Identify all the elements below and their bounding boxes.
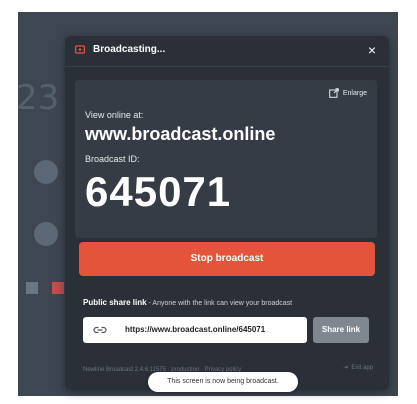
exit-app-link[interactable]: ⇥ Exit app — [343, 364, 373, 372]
background-app-icon — [34, 160, 58, 184]
broadcast-id-label: Broadcast ID: — [85, 154, 140, 164]
broadcast-url: www.broadcast.online — [85, 124, 276, 144]
modal-title: Broadcasting... — [93, 44, 166, 55]
enlarge-label: Enlarge — [342, 89, 367, 97]
background-apps-icon — [34, 222, 58, 246]
share-link-hint: - Anyone with the link can view your bro… — [146, 300, 293, 307]
broadcast-info-panel: Enlarge View online at: www.broadcast.on… — [75, 80, 377, 238]
link-icon — [93, 326, 107, 334]
close-button[interactable]: × — [363, 41, 381, 59]
enlarge-icon — [329, 88, 339, 98]
broadcast-modal: Broadcasting... × Enlarge View online at… — [65, 36, 389, 390]
broadcast-id: 645071 — [85, 168, 232, 215]
exit-app-label: Exit app — [351, 364, 373, 371]
broadcast-icon — [75, 45, 85, 54]
share-url-field[interactable]: https://www.broadcast.online/645071 — [83, 317, 307, 343]
share-link-label: Public share link — [83, 298, 147, 307]
exit-icon: ⇥ — [343, 365, 349, 371]
modal-header: Broadcasting... × — [65, 36, 389, 67]
view-online-label: View online at: — [85, 110, 144, 120]
share-url-text: https://www.broadcast.online/645071 — [125, 325, 266, 334]
dock-icon — [52, 282, 64, 294]
background-clock: 23 — [18, 78, 60, 118]
stop-broadcast-button[interactable]: Stop broadcast — [79, 242, 375, 276]
enlarge-button[interactable]: Enlarge — [329, 88, 367, 98]
dock-icon — [26, 282, 38, 294]
share-link-caption: Public share link - Anyone with the link… — [83, 298, 292, 307]
broadcast-status-toast: This screen is now being broadcast. — [148, 372, 298, 392]
share-link-button[interactable]: Share link — [313, 317, 369, 343]
